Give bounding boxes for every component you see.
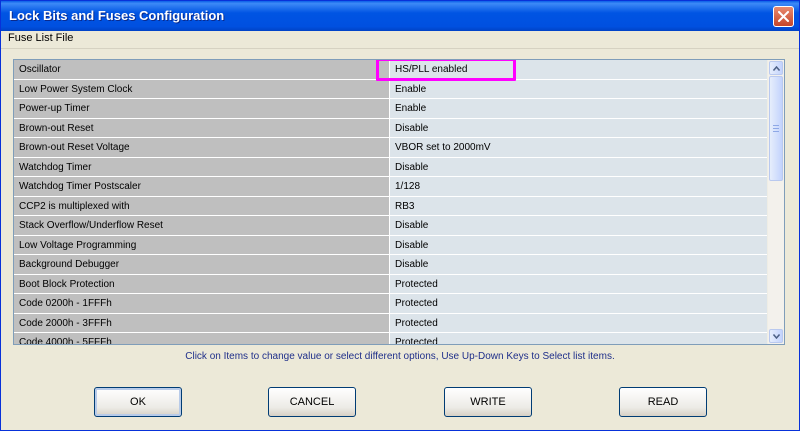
thumb-grip-line: [773, 128, 779, 129]
fuse-value[interactable]: Disable: [390, 216, 768, 236]
fuse-value[interactable]: RB3: [390, 196, 768, 216]
fuse-config-dialog: Lock Bits and Fuses Configuration Fuse L…: [0, 0, 800, 431]
fuse-row[interactable]: CCP2 is multiplexed with RB3: [14, 196, 768, 216]
fuse-value[interactable]: 1/128: [390, 177, 768, 197]
fuse-rows: Oscillator HS/PLL enabled Low Power System…: [14, 60, 768, 344]
fuse-row[interactable]: Power-up Timer Enable: [14, 99, 768, 119]
fuse-row[interactable]: Watchdog Timer Postscaler 1/128: [14, 177, 768, 197]
fuse-row[interactable]: Brown-out Reset Disable: [14, 118, 768, 138]
fuse-row[interactable]: Low Power System Clock Enable: [14, 79, 768, 99]
fuse-value[interactable]: VBOR set to 2000mV: [390, 138, 768, 158]
fuse-name: CCP2 is multiplexed with: [14, 196, 390, 216]
fuse-value[interactable]: Disable: [390, 255, 768, 275]
fuse-value[interactable]: Disable: [390, 235, 768, 255]
fuse-name: Low Voltage Programming: [14, 235, 390, 255]
fuse-name: Watchdog Timer: [14, 157, 390, 177]
fuse-row[interactable]: Code 0200h - 1FFFh Protected: [14, 294, 768, 314]
fuse-row[interactable]: Stack Overflow/Underflow Reset Disable: [14, 216, 768, 236]
fuse-value[interactable]: Enable: [390, 79, 768, 99]
fuse-name: Low Power System Clock: [14, 79, 390, 99]
fuse-row[interactable]: Watchdog Timer Disable: [14, 157, 768, 177]
fuse-row[interactable]: Brown-out Reset Voltage VBOR set to 2000m…: [14, 138, 768, 158]
fuse-name: Watchdog Timer Postscaler: [14, 177, 390, 197]
scroll-down-button[interactable]: [769, 329, 783, 343]
fuse-name: Background Debugger: [14, 255, 390, 275]
thumb-grip-line: [773, 125, 779, 126]
fuse-name: Code 2000h - 3FFFh: [14, 313, 390, 333]
thumb-grip-line: [773, 131, 779, 132]
window-title: Lock Bits and Fuses Configuration: [9, 8, 225, 23]
fuse-name: Brown-out Reset Voltage: [14, 138, 390, 158]
fuse-name: Code 4000h - 5FFFh: [14, 333, 390, 344]
fuse-row[interactable]: Oscillator HS/PLL enabled: [14, 60, 768, 80]
fuse-name: Boot Block Protection: [14, 274, 390, 294]
close-icon: [778, 11, 789, 22]
write-button[interactable]: WRITE: [444, 387, 532, 417]
close-button[interactable]: [773, 6, 794, 27]
menu-fuse-list-file[interactable]: Fuse List File: [8, 32, 73, 44]
fuse-row[interactable]: Code 4000h - 5FFFh Protected: [14, 333, 768, 344]
fuse-name: Oscillator: [14, 60, 390, 80]
fuse-value[interactable]: Enable: [390, 99, 768, 119]
fuse-name: Power-up Timer: [14, 99, 390, 119]
fuse-value[interactable]: Protected: [390, 274, 768, 294]
scroll-up-arrow-icon: [772, 65, 780, 71]
scroll-down-arrow-icon: [772, 333, 780, 339]
fuse-list: Oscillator HS/PLL enabled Low Power System…: [13, 59, 785, 345]
menu-bar: Fuse List File: [1, 31, 799, 49]
fuse-value[interactable]: Protected: [390, 333, 768, 344]
fuse-name: Code 0200h - 1FFFh: [14, 294, 390, 314]
vertical-scrollbar[interactable]: [767, 60, 784, 344]
scroll-thumb[interactable]: [769, 76, 783, 181]
ok-button[interactable]: OK: [94, 387, 182, 417]
fuse-value[interactable]: Disable: [390, 157, 768, 177]
fuse-row[interactable]: Background Debugger Disable: [14, 255, 768, 275]
scroll-up-button[interactable]: [769, 61, 783, 75]
hint-text: Click on Items to change value or select…: [185, 351, 615, 362]
fuse-row[interactable]: Code 2000h - 3FFFh Protected: [14, 313, 768, 333]
fuse-value[interactable]: Protected: [390, 294, 768, 314]
fuse-name: Brown-out Reset: [14, 118, 390, 138]
cancel-button[interactable]: CANCEL: [268, 387, 356, 417]
fuse-name: Stack Overflow/Underflow Reset: [14, 216, 390, 236]
title-bar[interactable]: Lock Bits and Fuses Configuration: [1, 1, 799, 31]
fuse-row[interactable]: Boot Block Protection Protected: [14, 274, 768, 294]
fuse-row[interactable]: Low Voltage Programming Disable: [14, 235, 768, 255]
fuse-value[interactable]: HS/PLL enabled: [390, 60, 768, 80]
read-button[interactable]: READ: [619, 387, 707, 417]
fuse-value[interactable]: Protected: [390, 313, 768, 333]
fuse-value[interactable]: Disable: [390, 118, 768, 138]
